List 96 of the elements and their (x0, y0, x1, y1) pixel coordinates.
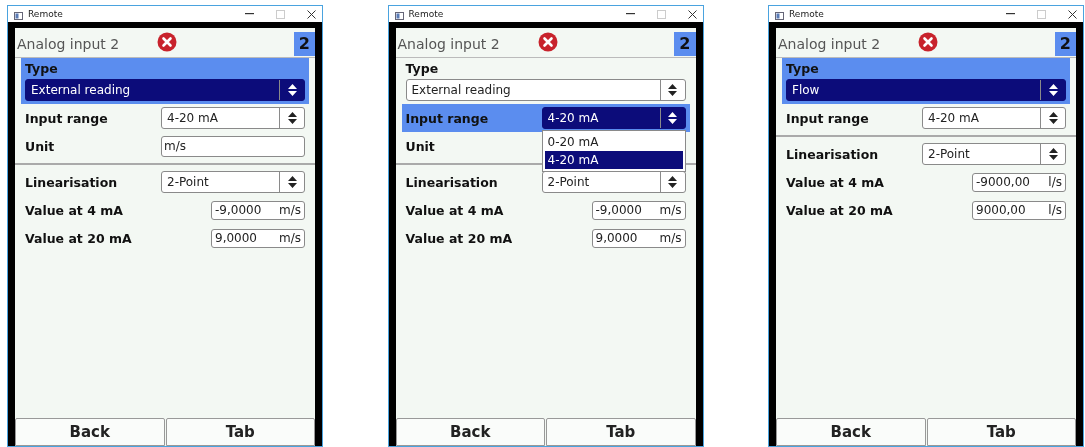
window-title: Remote (28, 9, 64, 19)
settings-row[interactable]: Value at 4 mA -9000,00 l/s (782, 168, 1070, 196)
unit-label: m/s (659, 203, 682, 217)
minimize-icon[interactable] (625, 13, 635, 15)
field-value: 9000,00 (976, 203, 1026, 217)
text-field[interactable]: m/s (161, 135, 305, 157)
settings-row[interactable]: Value at 4 mA -9,0000 m/s (401, 196, 690, 224)
field-value: 9,0000 (215, 231, 257, 245)
settings-row[interactable]: Type Flow (782, 58, 1070, 104)
settings-row[interactable]: Value at 4 mA -9,0000 m/s (21, 196, 309, 224)
minimize-icon[interactable] (1006, 13, 1015, 15)
updown-arrows-icon (668, 112, 677, 124)
field-label: Value at 4 mA (786, 174, 885, 190)
updown-arrows-icon (668, 176, 677, 188)
unit-label: m/s (659, 231, 682, 245)
unit-label: m/s (279, 231, 301, 245)
field-label: Value at 20 mA (405, 230, 514, 246)
dropdown-option[interactable]: 0-20 mA (544, 133, 683, 151)
updown-arrows-icon (1048, 148, 1058, 160)
updown-arrows-icon (1048, 84, 1058, 96)
settings-row[interactable]: Value at 20 mA 9,0000 m/s (21, 224, 309, 252)
settings-row[interactable]: Linearisation 2-Point (782, 140, 1070, 168)
softkey-button[interactable]: Back (15, 418, 165, 446)
select-field[interactable]: External reading (405, 79, 686, 101)
softkey-button[interactable]: Tab (926, 418, 1076, 446)
app-icon (394, 11, 404, 20)
settings-row[interactable]: Value at 20 mA 9000,00 l/s (782, 196, 1070, 224)
field-label: Linearisation (405, 174, 499, 190)
screen-title: Analog input 2 (17, 36, 121, 52)
select-field[interactable]: 4-20 mA (161, 107, 305, 129)
updown-arrows-icon (287, 112, 297, 124)
value-field[interactable]: -9,0000 m/s (591, 200, 686, 220)
field-label: Input range (25, 110, 109, 126)
updown-arrows-icon (1048, 112, 1058, 124)
field-label: Value at 4 mA (405, 202, 505, 218)
updown-arrows-icon (287, 176, 297, 188)
unit-label: l/s (1048, 203, 1062, 217)
dropdown-option[interactable]: 4-20 mA (544, 151, 683, 169)
field-value: -9,0000 (215, 203, 262, 217)
softkey-button[interactable]: Back (395, 418, 545, 446)
error-icon (537, 32, 558, 52)
field-value: 9,0000 (595, 231, 638, 245)
window-title: Remote (408, 9, 445, 19)
settings-row[interactable]: Input range 4-20 mA (782, 104, 1070, 132)
select-field[interactable]: Flow (786, 79, 1066, 101)
field-label: Input range (786, 110, 870, 126)
value-field[interactable]: 9,0000 m/s (591, 228, 686, 248)
settings-row[interactable]: Type External reading (401, 58, 690, 104)
unit-label: l/s (1048, 175, 1062, 189)
field-label: Type (25, 61, 59, 76)
field-label: Value at 4 mA (25, 202, 124, 218)
close-icon[interactable] (307, 9, 316, 19)
select-field[interactable]: External reading (25, 79, 305, 101)
settings-row[interactable]: Value at 20 mA 9,0000 m/s (401, 224, 690, 252)
value-field[interactable]: -9,0000 m/s (211, 200, 305, 220)
field-label: Type (405, 61, 440, 76)
page-number: 2 (1054, 32, 1076, 56)
softkey-button[interactable]: Back (776, 418, 926, 446)
field-label: Unit (25, 138, 56, 154)
settings-row[interactable]: Unit m/s (21, 132, 309, 160)
page-number: 2 (674, 32, 696, 56)
value-field[interactable]: 9,0000 m/s (211, 228, 305, 248)
window-title: Remote (789, 9, 825, 19)
field-value: -9,0000 (595, 203, 642, 217)
field-label: Linearisation (786, 146, 880, 162)
field-value: -9000,00 (976, 175, 1030, 189)
updown-arrows-icon (668, 84, 677, 96)
settings-row[interactable]: Linearisation 2-Point (21, 168, 309, 196)
select-field[interactable]: 2-Point (922, 143, 1066, 165)
error-icon (157, 32, 177, 52)
screen-title: Analog input 2 (778, 36, 882, 52)
select-field[interactable]: 4-20 mA (541, 107, 686, 129)
error-icon (918, 32, 938, 52)
page-number: 2 (293, 32, 315, 56)
softkey-button[interactable]: Tab (546, 418, 696, 446)
updown-arrows-icon (287, 84, 297, 96)
select-field[interactable]: 2-Point (541, 171, 686, 193)
settings-row[interactable]: Type External reading (21, 58, 309, 104)
unit-label: m/s (279, 203, 301, 217)
app-icon (14, 11, 23, 20)
screen-title: Analog input 2 (397, 36, 501, 52)
softkey-button[interactable]: Tab (165, 418, 315, 446)
minimize-icon[interactable] (245, 13, 254, 15)
settings-row[interactable]: Input range 4-20 mA (21, 104, 309, 132)
close-icon[interactable] (1068, 9, 1077, 19)
field-label: Value at 20 mA (25, 230, 133, 246)
field-label: Input range (405, 110, 490, 126)
select-field[interactable]: 2-Point (161, 171, 305, 193)
app-icon (775, 11, 784, 20)
select-field[interactable]: 4-20 mA (922, 107, 1066, 129)
field-label: Value at 20 mA (786, 202, 894, 218)
value-field[interactable]: -9000,00 l/s (972, 172, 1066, 192)
field-label: Type (786, 61, 820, 76)
close-icon[interactable] (687, 9, 697, 19)
value-field[interactable]: 9000,00 l/s (972, 200, 1066, 220)
field-label: Linearisation (25, 174, 119, 190)
